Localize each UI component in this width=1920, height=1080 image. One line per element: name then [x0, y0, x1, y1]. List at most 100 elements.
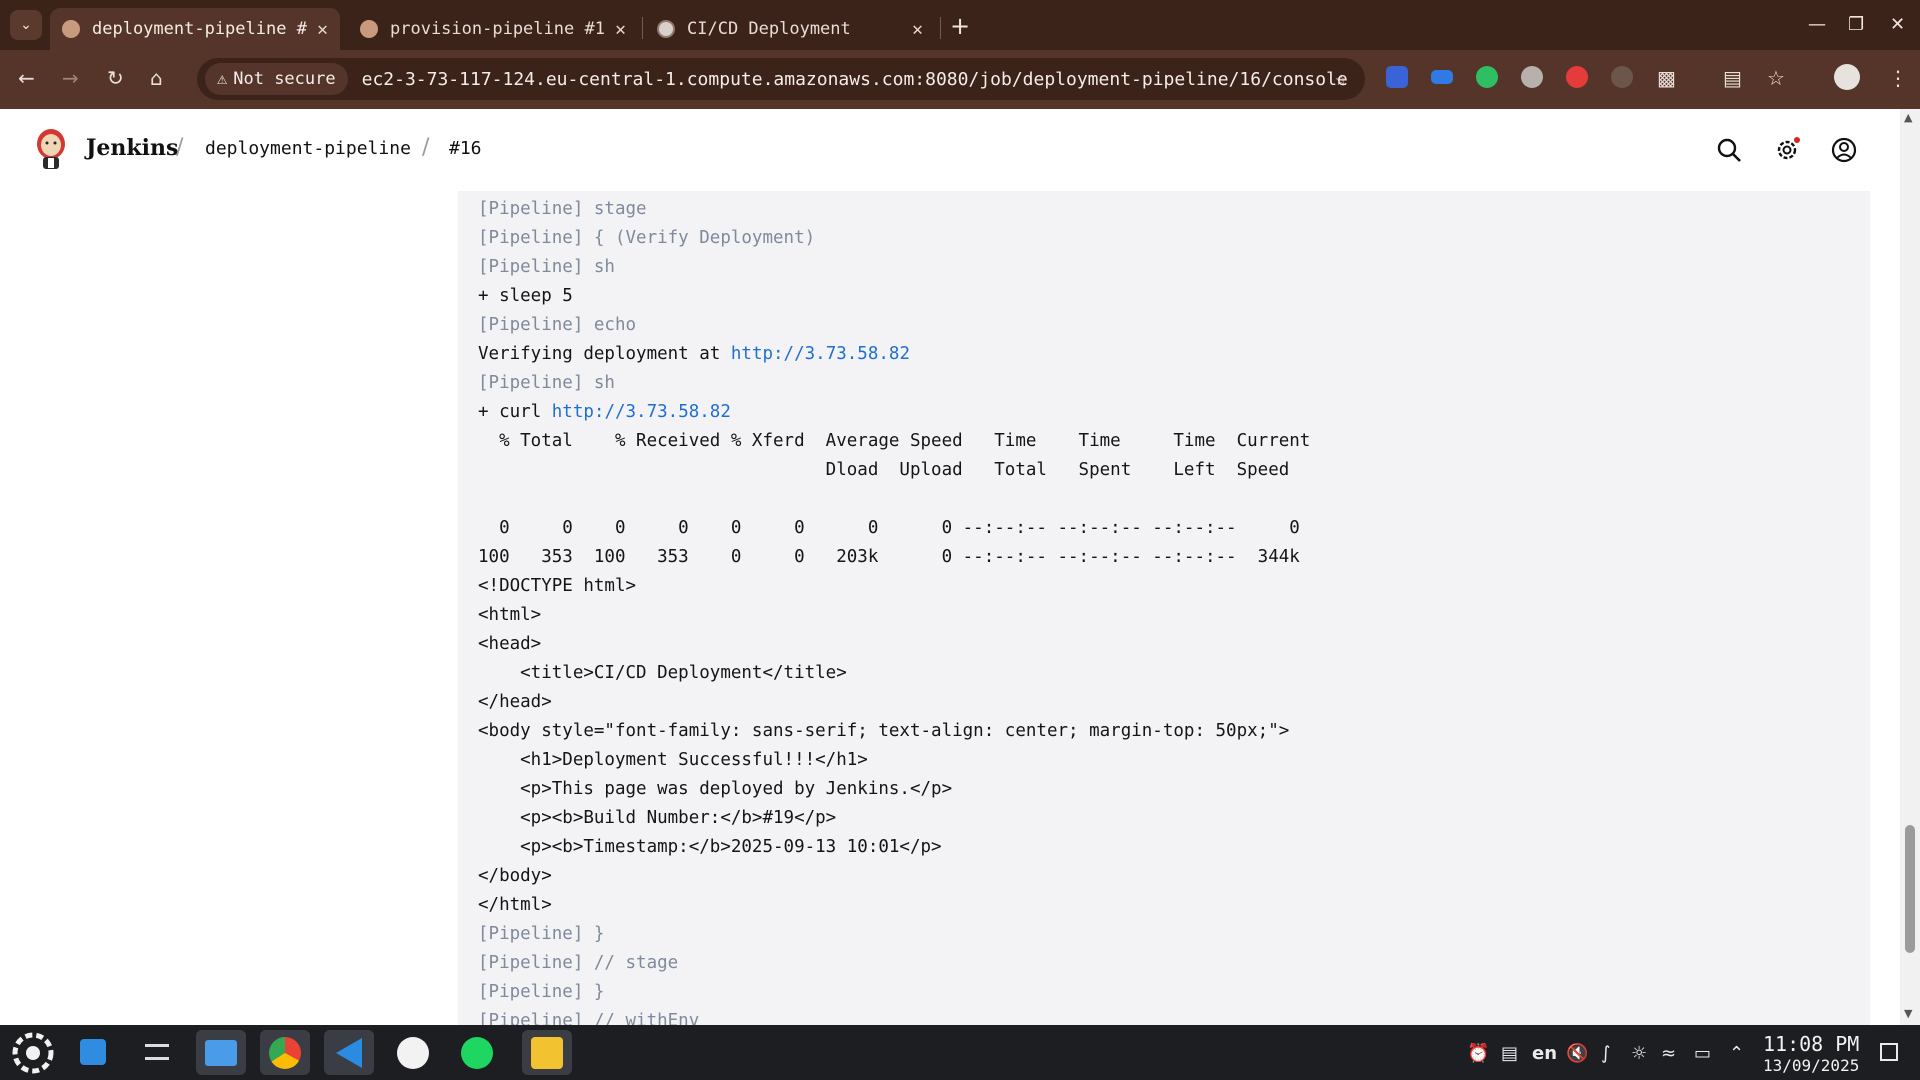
- reading-list-icon[interactable]: ▤: [1723, 66, 1742, 90]
- console-line: % Total % Received % Xferd Average Speed…: [478, 431, 1310, 451]
- battery-icon[interactable]: ▭: [1694, 1043, 1711, 1064]
- clock-time: 11:08 PM: [1763, 1032, 1860, 1056]
- console-line: 0 0 0 0 0 0 0 0 --:--:-- --:--:-- --:--:…: [478, 518, 1300, 538]
- scroll-up-arrow-icon[interactable]: ▲: [1904, 111, 1912, 124]
- tray-expand-icon[interactable]: ⌃: [1729, 1043, 1744, 1064]
- scroll-down-arrow-icon[interactable]: ▼: [1904, 1007, 1912, 1020]
- taskbar-chrome[interactable]: [260, 1030, 310, 1075]
- taskbar-terminal-app[interactable]: [522, 1030, 572, 1075]
- console-text: % Total % Received % Xferd Average Speed…: [478, 431, 1311, 451]
- close-tab-icon[interactable]: ✕: [317, 19, 328, 40]
- tab-provision-pipeline[interactable]: provision-pipeline #1 ✕: [348, 8, 638, 50]
- tab-deployment-pipeline[interactable]: deployment-pipeline # ✕: [50, 8, 340, 50]
- user-account-icon[interactable]: [1831, 137, 1857, 163]
- muted-speaker-icon[interactable]: 🔇: [1566, 1043, 1588, 1064]
- console-line: <p><b>Build Number:</b>#19</p>: [478, 808, 836, 828]
- console-text: [Pipeline] { (Verify Deployment): [478, 228, 816, 248]
- tab-cicd-deployment[interactable]: CI/CD Deployment ✕: [645, 8, 935, 50]
- console-text: <head>: [478, 634, 542, 654]
- console-line: <p><b>Timestamp:</b>2025-09-13 10:01</p>: [478, 837, 941, 857]
- restore-icon[interactable]: ❐: [1848, 14, 1864, 35]
- bluetooth-icon[interactable]: ∫: [1601, 1043, 1610, 1064]
- console-link[interactable]: http://3.73.58.82: [552, 402, 731, 422]
- scrollbar-thumb[interactable]: [1905, 825, 1915, 953]
- breadcrumb-build[interactable]: #16: [449, 138, 482, 159]
- reload-icon[interactable]: ↻: [107, 66, 124, 90]
- profile-avatar-icon[interactable]: [1834, 64, 1860, 90]
- console-text: <body style="font-family: sans-serif; te…: [478, 721, 1290, 741]
- console-line: [Pipeline] { (Verify Deployment): [478, 228, 815, 248]
- console-text: Verifying deployment at: [478, 344, 731, 364]
- console-line: </html>: [478, 895, 552, 915]
- folder-icon: [205, 1040, 237, 1066]
- clock-date: 13/09/2025: [1763, 1056, 1860, 1075]
- jenkins-brand[interactable]: Jenkins: [86, 135, 178, 161]
- jenkins-header: Jenkins / deployment-pipeline / #16: [0, 109, 1900, 192]
- hand-extension-icon[interactable]: [1566, 66, 1588, 88]
- taskbar-settings[interactable]: [132, 1030, 182, 1075]
- tab-search-button[interactable]: ⌄: [10, 10, 42, 40]
- close-window-icon[interactable]: ✕: [1890, 14, 1905, 35]
- taskbar-vscode[interactable]: [324, 1030, 374, 1075]
- jenkins-favicon-icon: [62, 20, 80, 38]
- taskbar-files[interactable]: [196, 1030, 246, 1075]
- console-text: [Pipeline] sh: [478, 257, 615, 277]
- console-link[interactable]: http://3.73.58.82: [731, 344, 910, 364]
- taskbar-spotify[interactable]: [452, 1030, 502, 1075]
- console-text: <html>: [478, 605, 542, 625]
- console-text: [Pipeline] echo: [478, 315, 637, 335]
- tab-divider: [642, 17, 643, 39]
- new-tab-button[interactable]: +: [950, 12, 970, 40]
- sliders-icon: [145, 1044, 169, 1060]
- close-tab-icon[interactable]: ✕: [615, 19, 626, 40]
- taskbar-clock[interactable]: 11:08 PM 13/09/2025: [1763, 1032, 1859, 1075]
- show-desktop-icon[interactable]: [1880, 1043, 1898, 1061]
- url-text[interactable]: ec2-3-73-117-124.eu-central-1.compute.am…: [362, 69, 1348, 90]
- extension-icon[interactable]: [1431, 70, 1453, 84]
- breadcrumb-separator: /: [422, 135, 430, 160]
- console-line: + curl http://3.73.58.82: [478, 402, 731, 422]
- globe-icon: [657, 20, 675, 38]
- bitwarden-extension-icon[interactable]: [1386, 66, 1408, 88]
- browser-menu-icon[interactable]: ⋮: [1888, 66, 1908, 90]
- clipboard-icon[interactable]: ▤: [1501, 1043, 1518, 1064]
- taskbar-app-store[interactable]: [68, 1030, 118, 1075]
- glasses-extension-icon[interactable]: [1521, 66, 1543, 88]
- home-icon[interactable]: ⌂: [150, 66, 163, 90]
- tab-title: provision-pipeline #1: [390, 19, 605, 39]
- search-icon[interactable]: [1716, 137, 1742, 163]
- extensions-puzzle-icon[interactable]: ▩: [1657, 66, 1676, 90]
- breadcrumb-job[interactable]: deployment-pipeline: [205, 138, 411, 159]
- language-indicator[interactable]: en: [1532, 1043, 1557, 1064]
- camera-extension-icon[interactable]: [1611, 66, 1633, 88]
- page-scrollbar[interactable]: ▲ ▼: [1900, 109, 1920, 1025]
- start-menu-icon[interactable]: [12, 1032, 54, 1074]
- wifi-icon[interactable]: ≈: [1661, 1043, 1676, 1064]
- brightness-icon[interactable]: ☼: [1631, 1043, 1647, 1064]
- site-info-button[interactable]: ⚠ Not secure: [205, 63, 348, 95]
- bookmarks-icon[interactable]: ☆: [1767, 66, 1785, 90]
- console-line: Dload Upload Total Spent Left Speed: [478, 460, 1290, 480]
- alarm-icon[interactable]: ⏰: [1467, 1043, 1489, 1064]
- console-line: [Pipeline] sh: [478, 373, 615, 393]
- console-line: [Pipeline] echo: [478, 315, 636, 335]
- console-text: [Pipeline] }: [478, 982, 605, 1002]
- console-line: [Pipeline] stage: [478, 199, 647, 219]
- bookmark-star-icon[interactable]: ☆: [1335, 66, 1347, 90]
- tab-title: CI/CD Deployment: [687, 19, 851, 39]
- store-bag-icon: [80, 1039, 106, 1065]
- console-line: </head>: [478, 692, 552, 712]
- forward-icon[interactable]: →: [62, 66, 79, 90]
- console-text: Dload Upload Total Spent Left Speed: [478, 460, 1290, 480]
- console-text: + curl: [478, 402, 552, 422]
- minimize-icon[interactable]: —: [1808, 14, 1826, 35]
- console-line: <p>This page was deployed by Jenkins.</p…: [478, 779, 952, 799]
- back-icon[interactable]: ←: [18, 66, 35, 90]
- address-bar[interactable]: ⚠ Not secure ec2-3-73-117-124.eu-central…: [197, 58, 1365, 100]
- jenkins-logo-icon[interactable]: [34, 127, 68, 171]
- warning-icon: ⚠: [217, 69, 228, 89]
- close-tab-icon[interactable]: ✕: [912, 19, 923, 40]
- settings-gear-icon[interactable]: [1774, 137, 1800, 163]
- taskbar-whatsapp[interactable]: [388, 1030, 438, 1075]
- refresh-extension-icon[interactable]: [1476, 66, 1498, 88]
